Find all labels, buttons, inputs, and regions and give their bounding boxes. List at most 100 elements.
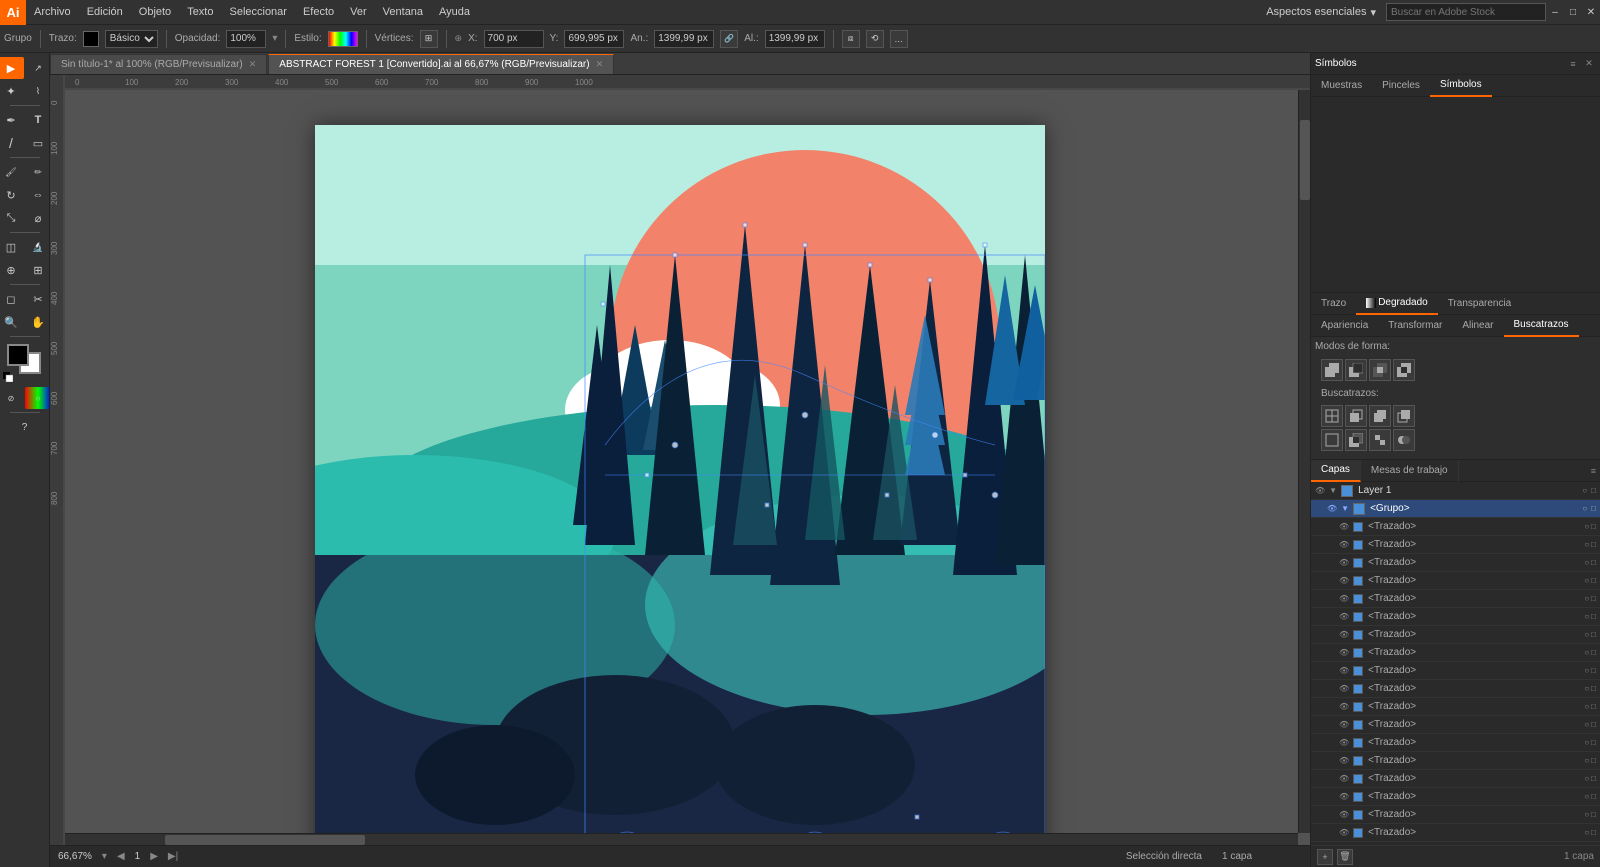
- type-tool[interactable]: T: [25, 109, 50, 131]
- path-eye-17[interactable]: 👁: [1339, 810, 1349, 819]
- h-scrollbar-thumb[interactable]: [165, 835, 365, 845]
- path-row-11[interactable]: 👁 <Trazado> ○ □: [1311, 698, 1600, 716]
- menu-objeto[interactable]: Objeto: [131, 0, 179, 24]
- question-tool[interactable]: ?: [12, 416, 38, 438]
- warp-tool[interactable]: ⌀: [25, 207, 50, 229]
- p2-lock[interactable]: ○: [1584, 540, 1589, 549]
- blend-tool[interactable]: ⊕: [0, 259, 24, 281]
- x-input[interactable]: [484, 30, 544, 48]
- p15-vis[interactable]: □: [1591, 774, 1596, 783]
- transform-btn[interactable]: ⟲: [866, 30, 884, 48]
- line-tool[interactable]: /: [0, 132, 24, 154]
- w-input[interactable]: [654, 30, 714, 48]
- default-colors[interactable]: [3, 372, 13, 382]
- p12-vis[interactable]: □: [1591, 720, 1596, 729]
- path-row-5[interactable]: 👁 <Trazado> ○ □: [1311, 590, 1600, 608]
- color-btn[interactable]: ○: [25, 387, 50, 409]
- h-input[interactable]: [765, 30, 825, 48]
- menu-texto[interactable]: Texto: [179, 0, 221, 24]
- path-row-9[interactable]: 👁 <Trazado> ○ □: [1311, 662, 1600, 680]
- path-eye-16[interactable]: 👁: [1339, 792, 1349, 801]
- group-row[interactable]: 👁 ▼ <Grupo> ○ □: [1311, 500, 1600, 518]
- path-row-4[interactable]: 👁 <Trazado> ○ □: [1311, 572, 1600, 590]
- opacity-arrow[interactable]: ▾: [272, 33, 277, 44]
- add-layer-btn[interactable]: +: [1317, 849, 1333, 865]
- path-row-6[interactable]: 👁 <Trazado> ○ □: [1311, 608, 1600, 626]
- tab-trazo[interactable]: Trazo: [1311, 293, 1356, 315]
- p15-lock[interactable]: ○: [1584, 774, 1589, 783]
- v-scrollbar[interactable]: [1298, 90, 1310, 833]
- p18-vis[interactable]: □: [1591, 828, 1596, 837]
- path-eye-4[interactable]: 👁: [1339, 576, 1349, 585]
- path-row-3[interactable]: 👁 <Trazado> ○ □: [1311, 554, 1600, 572]
- no-fill-btn[interactable]: ⊘: [0, 387, 24, 409]
- menu-seleccionar[interactable]: Seleccionar: [221, 0, 294, 24]
- p3-vis[interactable]: □: [1591, 558, 1596, 567]
- menu-ayuda[interactable]: Ayuda: [431, 0, 478, 24]
- p14-lock[interactable]: ○: [1584, 756, 1589, 765]
- merge-btn[interactable]: [1369, 405, 1391, 427]
- group-vis[interactable]: □: [1591, 504, 1596, 513]
- artboard-nav-next[interactable]: ▶: [150, 851, 158, 862]
- layers-menu-icon[interactable]: ≡: [1591, 466, 1596, 476]
- path-eye-7[interactable]: 👁: [1339, 630, 1349, 639]
- lasso-tool[interactable]: ⌇: [25, 80, 50, 102]
- p4-lock[interactable]: ○: [1584, 576, 1589, 585]
- menu-archivo[interactable]: Archivo: [26, 0, 79, 24]
- more-btn[interactable]: …: [890, 30, 908, 48]
- y-input[interactable]: [564, 30, 624, 48]
- close-button[interactable]: ✕: [1582, 0, 1600, 25]
- hand-tool[interactable]: ✋: [25, 311, 50, 333]
- p6-vis[interactable]: □: [1591, 612, 1596, 621]
- path-eye-5[interactable]: 👁: [1339, 594, 1349, 603]
- path-eye-1[interactable]: 👁: [1339, 522, 1349, 531]
- p5-vis[interactable]: □: [1591, 594, 1596, 603]
- rectangle-tool[interactable]: ▭: [25, 132, 50, 154]
- p17-vis[interactable]: □: [1591, 810, 1596, 819]
- h-scrollbar[interactable]: [65, 833, 1298, 845]
- p9-vis[interactable]: □: [1591, 666, 1596, 675]
- p17-lock[interactable]: ○: [1584, 810, 1589, 819]
- layer-lock-icon[interactable]: ○: [1582, 486, 1587, 495]
- tab-simbolos[interactable]: Símbolos: [1430, 75, 1492, 97]
- tab-transformar[interactable]: Transformar: [1378, 315, 1452, 337]
- artboard-nav-last[interactable]: ▶|: [168, 851, 178, 862]
- path-row-12[interactable]: 👁 <Trazado> ○ □: [1311, 716, 1600, 734]
- delete-layer-btn[interactable]: 🗑: [1337, 849, 1353, 865]
- path-row-13[interactable]: 👁 <Trazado> ○ □: [1311, 734, 1600, 752]
- p16-lock[interactable]: ○: [1584, 792, 1589, 801]
- tab-untitled-close[interactable]: ✕: [249, 59, 257, 70]
- p11-vis[interactable]: □: [1591, 702, 1596, 711]
- crop-btn[interactable]: [1393, 405, 1415, 427]
- p4-vis[interactable]: □: [1591, 576, 1596, 585]
- pencil-tool[interactable]: ✏: [25, 161, 50, 183]
- p13-lock[interactable]: ○: [1584, 738, 1589, 747]
- magic-wand-tool[interactable]: ✦: [0, 80, 24, 102]
- path-row-7[interactable]: 👁 <Trazado> ○ □: [1311, 626, 1600, 644]
- path-eye-14[interactable]: 👁: [1339, 756, 1349, 765]
- minus-back-btn[interactable]: [1345, 429, 1367, 451]
- p1-lock[interactable]: ○: [1584, 522, 1589, 531]
- unite-btn[interactable]: [1321, 359, 1343, 381]
- tab-forest[interactable]: ABSTRACT FOREST 1 [Convertido].ai al 66,…: [268, 54, 614, 74]
- scale-tool[interactable]: ⤡: [0, 207, 24, 229]
- p12-lock[interactable]: ○: [1584, 720, 1589, 729]
- p14-vis[interactable]: □: [1591, 756, 1596, 765]
- tab-transparencia[interactable]: Transparencia: [1438, 293, 1522, 315]
- artboard-tool[interactable]: ⊞: [25, 259, 50, 281]
- mirror-tool[interactable]: ⇔: [25, 184, 50, 206]
- stroke-color-swatch[interactable]: [83, 31, 99, 47]
- divide-btn[interactable]: [1321, 405, 1343, 427]
- menu-efecto[interactable]: Efecto: [295, 0, 342, 24]
- tab-apariencia[interactable]: Apariencia: [1311, 315, 1378, 337]
- path-eye-11[interactable]: 👁: [1339, 702, 1349, 711]
- opacity-input[interactable]: [226, 30, 266, 48]
- tab-capas[interactable]: Capas: [1311, 460, 1361, 482]
- path-row-1[interactable]: 👁 <Trazado> ○ □: [1311, 518, 1600, 536]
- p8-lock[interactable]: ○: [1584, 648, 1589, 657]
- minus-front-btn[interactable]: [1345, 359, 1367, 381]
- p6-lock[interactable]: ○: [1584, 612, 1589, 621]
- tab-buscatrazos[interactable]: Buscatrazos: [1504, 315, 1579, 337]
- selection-tool[interactable]: ▶: [0, 57, 24, 79]
- hard-mix-btn[interactable]: [1393, 429, 1415, 451]
